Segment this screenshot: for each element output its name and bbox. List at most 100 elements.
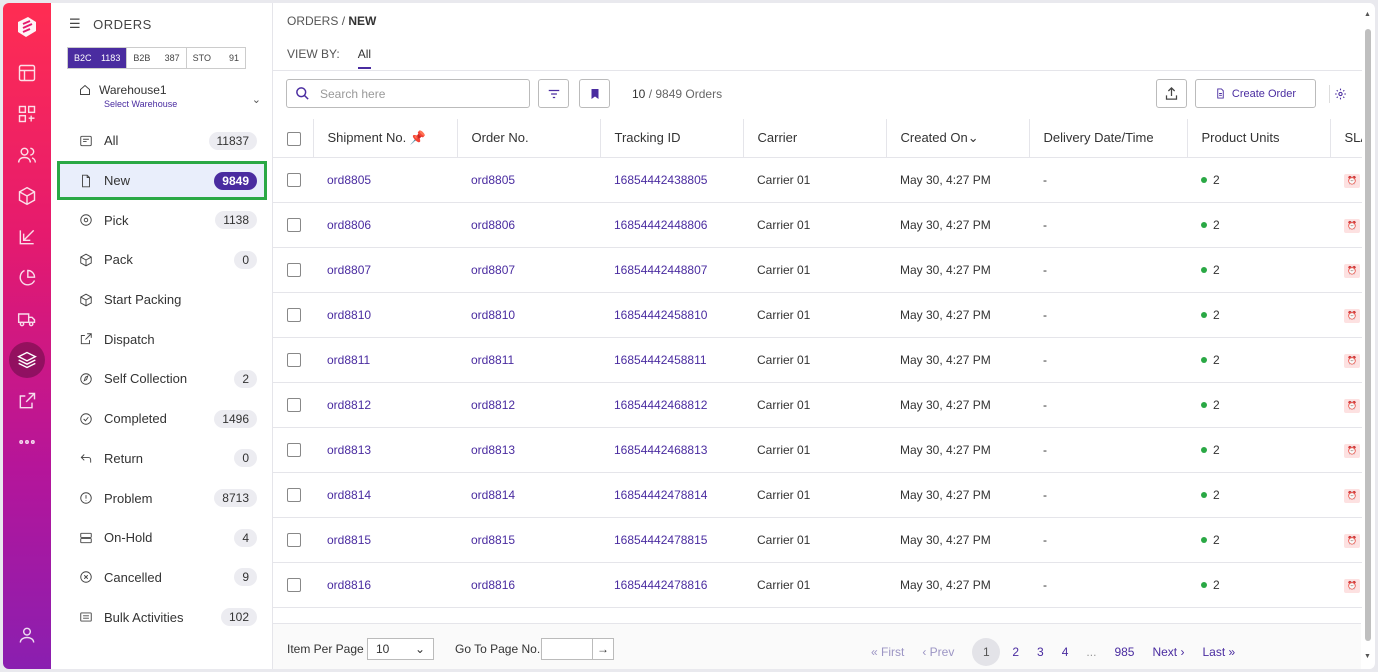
tracking-link[interactable]: 16854442438805 [600, 157, 743, 203]
row-checkbox[interactable] [287, 352, 301, 367]
page-3[interactable]: 3 [1037, 645, 1044, 659]
tracking-link[interactable]: 16854442478815 [600, 517, 743, 563]
table-row[interactable]: ord8805 ord8805 16854442438805 Carrier 01 Ma… [273, 157, 1373, 203]
profile-icon[interactable] [15, 623, 39, 647]
table-row[interactable]: ord8811 ord8811 16854442458811 Carrier 01 Ma… [273, 337, 1373, 383]
search-input[interactable] [320, 86, 520, 101]
filter-button[interactable] [538, 79, 569, 108]
hamburger-icon[interactable]: ☰ [69, 16, 81, 32]
scroll-up-icon[interactable]: ▲ [1364, 11, 1371, 18]
order-link[interactable]: ord8812 [457, 382, 600, 428]
truck-icon[interactable] [15, 307, 39, 331]
tracking-link[interactable]: 16854442468813 [600, 427, 743, 473]
last-page-button[interactable]: Last » [1202, 645, 1235, 659]
menu-item-problem[interactable]: Problem 8713 [57, 478, 267, 518]
warehouse-selector[interactable]: Warehouse1 Select Warehouse ⌄ [79, 83, 261, 109]
order-link[interactable]: ord8815 [457, 517, 600, 563]
shipment-link[interactable]: ord8815 [313, 517, 457, 563]
sort-chevron-icon[interactable]: ⌄ [968, 130, 979, 145]
menu-item-pick[interactable]: Pick 1138 [57, 200, 267, 240]
menu-item-self-collection[interactable]: Self Collection 2 [57, 359, 267, 399]
gear-icon[interactable] [1329, 85, 1347, 103]
table-row[interactable]: ord8814 ord8814 16854442478814 Carrier 01 Ma… [273, 472, 1373, 518]
order-link[interactable]: ord8807 [457, 247, 600, 293]
order-link[interactable]: ord8806 [457, 202, 600, 248]
select-all-checkbox[interactable] [287, 131, 301, 146]
scrollbar-thumb[interactable] [1365, 29, 1371, 641]
order-link[interactable]: ord8813 [457, 427, 600, 473]
menu-item-pack[interactable]: Pack 0 [57, 240, 267, 280]
package-icon[interactable] [15, 184, 39, 208]
view-tab-all[interactable]: All [357, 47, 372, 69]
tracking-link[interactable]: 16854442458810 [600, 292, 743, 338]
next-page-button[interactable]: Next › [1152, 645, 1184, 659]
page-4[interactable]: 4 [1062, 645, 1069, 659]
bookmark-button[interactable] [579, 79, 610, 108]
order-link[interactable]: ord8814 [457, 472, 600, 518]
items-per-page-select[interactable]: 10 ⌄ [367, 638, 434, 660]
pin-icon[interactable]: 📌 [410, 130, 426, 145]
dashboard-icon[interactable] [15, 102, 39, 126]
tracking-link[interactable]: 16854442448807 [600, 247, 743, 293]
export-button[interactable] [1156, 79, 1187, 108]
menu-item-new[interactable]: New 9849 [57, 160, 267, 201]
pie-chart-icon[interactable] [15, 266, 39, 290]
row-checkbox[interactable] [287, 442, 301, 457]
prev-page-button[interactable]: ‹ Prev [922, 645, 954, 659]
column-order[interactable]: Order No. [457, 119, 601, 158]
users-icon[interactable] [15, 143, 39, 167]
create-order-button[interactable]: Create Order [1195, 79, 1316, 108]
layers-icon[interactable] [9, 342, 45, 378]
menu-item-cancelled[interactable]: Cancelled 9 [57, 558, 267, 598]
row-checkbox[interactable] [287, 307, 301, 322]
menu-item-completed[interactable]: Completed 1496 [57, 399, 267, 439]
table-row[interactable]: ord8812 ord8812 16854442468812 Carrier 01 Ma… [273, 382, 1373, 428]
goto-page-input[interactable] [541, 638, 593, 660]
column-tracking[interactable]: Tracking ID [600, 119, 744, 158]
menu-item-return[interactable]: Return 0 [57, 439, 267, 479]
order-link[interactable]: ord8805 [457, 157, 600, 203]
scrollbar[interactable]: ▲ ▼ [1362, 3, 1374, 669]
channel-b2c[interactable]: B2C 1183 [68, 48, 128, 68]
table-row[interactable]: ord8813 ord8813 16854442468813 Carrier 01 Ma… [273, 427, 1373, 473]
column-units[interactable]: Product Units [1187, 119, 1331, 158]
shipment-link[interactable]: ord8805 [313, 157, 457, 203]
row-checkbox[interactable] [287, 397, 301, 412]
tracking-link[interactable]: 16854442468812 [600, 382, 743, 428]
table-row[interactable]: ord8807 ord8807 16854442448807 Carrier 01 Ma… [273, 247, 1373, 293]
column-created[interactable]: Created On⌄ [886, 119, 1030, 158]
table-row[interactable]: ord8810 ord8810 16854442458810 Carrier 01 Ma… [273, 292, 1373, 338]
row-checkbox[interactable] [287, 262, 301, 277]
layout-icon[interactable] [15, 61, 39, 85]
scroll-down-icon[interactable]: ▼ [1364, 653, 1371, 660]
order-link[interactable]: ord8810 [457, 292, 600, 338]
page-2[interactable]: 2 [1012, 645, 1019, 659]
row-checkbox[interactable] [287, 532, 301, 547]
table-row[interactable]: ord8806 ord8806 16854442448806 Carrier 01 Ma… [273, 202, 1373, 248]
row-checkbox[interactable] [287, 172, 301, 187]
goto-page-button[interactable]: → [592, 638, 614, 660]
menu-item-on-hold[interactable]: On-Hold 4 [57, 518, 267, 558]
shipment-link[interactable]: ord8814 [313, 472, 457, 518]
channel-b2b[interactable]: B2B 387 [127, 48, 187, 68]
breadcrumb-root[interactable]: ORDERS [287, 14, 338, 28]
column-delivery[interactable]: Delivery Date/Time [1029, 119, 1188, 158]
row-checkbox[interactable] [287, 487, 301, 502]
menu-item-bulk-activities[interactable]: Bulk Activities 102 [57, 597, 267, 637]
tracking-link[interactable]: 16854442478816 [600, 562, 743, 608]
channel-sto[interactable]: STO 91 [187, 48, 245, 68]
column-carrier[interactable]: Carrier [743, 119, 887, 158]
first-page-button[interactable]: « First [871, 645, 904, 659]
column-shipment[interactable]: Shipment No. 📌 [313, 119, 458, 158]
menu-item-dispatch[interactable]: Dispatch [57, 319, 267, 359]
external-link-icon[interactable] [15, 389, 39, 413]
shipment-link[interactable]: ord8806 [313, 202, 457, 248]
tracking-link[interactable]: 16854442458811 [600, 337, 743, 383]
row-checkbox[interactable] [287, 577, 301, 592]
order-link[interactable]: ord8816 [457, 562, 600, 608]
inbound-icon[interactable] [15, 225, 39, 249]
shipment-link[interactable]: ord8813 [313, 427, 457, 473]
menu-item-start-packing[interactable]: Start Packing [57, 280, 267, 320]
tracking-link[interactable]: 16854442448806 [600, 202, 743, 248]
shipment-link[interactable]: ord8812 [313, 382, 457, 428]
